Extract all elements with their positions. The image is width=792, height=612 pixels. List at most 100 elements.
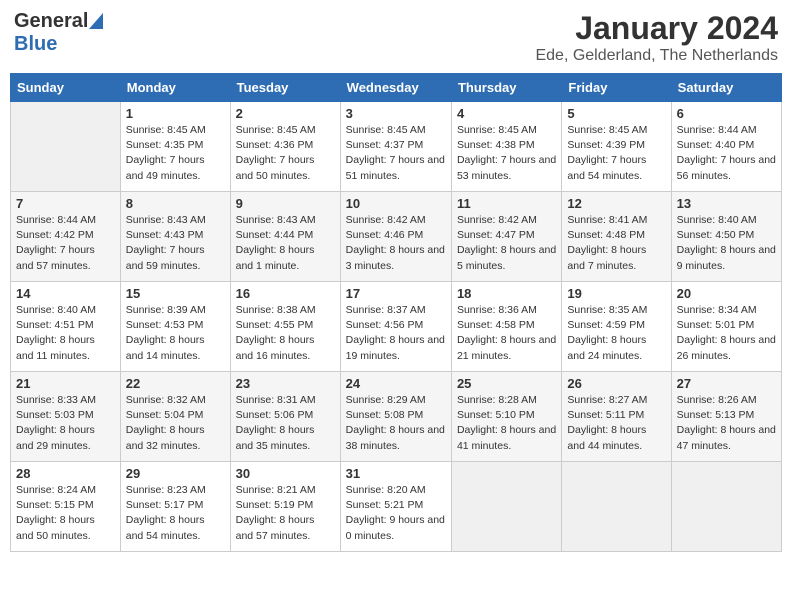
weekday-header-monday: Monday <box>120 74 230 102</box>
day-number: 24 <box>346 376 446 391</box>
day-number: 14 <box>16 286 115 301</box>
calendar-cell <box>451 462 561 552</box>
weekday-header-sunday: Sunday <box>11 74 121 102</box>
day-number: 11 <box>457 196 556 211</box>
day-info: Sunrise: 8:45 AMSunset: 4:36 PMDaylight:… <box>236 123 335 184</box>
calendar-cell: 22 Sunrise: 8:32 AMSunset: 5:04 PMDayligh… <box>120 372 230 462</box>
day-info: Sunrise: 8:32 AMSunset: 5:04 PMDaylight:… <box>126 393 225 454</box>
day-info: Sunrise: 8:45 AMSunset: 4:35 PMDaylight:… <box>126 123 225 184</box>
weekday-header-thursday: Thursday <box>451 74 561 102</box>
location-title: Ede, Gelderland, The Netherlands <box>535 47 778 65</box>
calendar-cell: 23 Sunrise: 8:31 AMSunset: 5:06 PMDayligh… <box>230 372 340 462</box>
weekday-header-row: SundayMondayTuesdayWednesdayThursdayFrid… <box>11 74 782 102</box>
day-number: 13 <box>677 196 776 211</box>
weekday-header-saturday: Saturday <box>671 74 781 102</box>
calendar-cell: 3 Sunrise: 8:45 AMSunset: 4:37 PMDaylight… <box>340 102 451 192</box>
calendar-cell: 14Sunrise: 8:40 AMSunset: 4:51 PMDayligh… <box>11 282 121 372</box>
week-row-1: 1 Sunrise: 8:45 AMSunset: 4:35 PMDaylight… <box>11 102 782 192</box>
day-info: Sunrise: 8:43 AMSunset: 4:44 PMDaylight:… <box>236 213 335 274</box>
logo-triangle-icon <box>89 13 103 29</box>
day-number: 2 <box>236 106 335 121</box>
calendar-cell: 16 Sunrise: 8:38 AMSunset: 4:55 PMDayligh… <box>230 282 340 372</box>
day-info: Sunrise: 8:35 AMSunset: 4:59 PMDaylight:… <box>567 303 665 364</box>
calendar-cell: 25 Sunrise: 8:28 AMSunset: 5:10 PMDayligh… <box>451 372 561 462</box>
weekday-header-tuesday: Tuesday <box>230 74 340 102</box>
day-info: Sunrise: 8:44 AMSunset: 4:42 PMDaylight:… <box>16 213 115 274</box>
title-area: January 2024 Ede, Gelderland, The Nether… <box>535 10 778 65</box>
day-number: 20 <box>677 286 776 301</box>
day-number: 12 <box>567 196 665 211</box>
weekday-header-friday: Friday <box>562 74 671 102</box>
day-number: 4 <box>457 106 556 121</box>
day-info: Sunrise: 8:38 AMSunset: 4:55 PMDaylight:… <box>236 303 335 364</box>
day-info: Sunrise: 8:44 AMSunset: 4:40 PMDaylight:… <box>677 123 776 184</box>
day-number: 27 <box>677 376 776 391</box>
day-number: 29 <box>126 466 225 481</box>
day-info: Sunrise: 8:39 AMSunset: 4:53 PMDaylight:… <box>126 303 225 364</box>
day-number: 25 <box>457 376 556 391</box>
day-number: 30 <box>236 466 335 481</box>
day-number: 18 <box>457 286 556 301</box>
calendar-cell: 10Sunrise: 8:42 AMSunset: 4:46 PMDayligh… <box>340 192 451 282</box>
week-row-2: 7 Sunrise: 8:44 AMSunset: 4:42 PMDaylight… <box>11 192 782 282</box>
calendar-cell: 31 Sunrise: 8:20 AMSunset: 5:21 PMDayligh… <box>340 462 451 552</box>
calendar-cell: 24Sunrise: 8:29 AMSunset: 5:08 PMDayligh… <box>340 372 451 462</box>
day-info: Sunrise: 8:40 AMSunset: 4:50 PMDaylight:… <box>677 213 776 274</box>
calendar-cell: 26 Sunrise: 8:27 AMSunset: 5:11 PMDayligh… <box>562 372 671 462</box>
day-number: 23 <box>236 376 335 391</box>
month-title: January 2024 <box>535 10 778 47</box>
calendar-cell: 2 Sunrise: 8:45 AMSunset: 4:36 PMDaylight… <box>230 102 340 192</box>
weekday-header-wednesday: Wednesday <box>340 74 451 102</box>
day-info: Sunrise: 8:23 AMSunset: 5:17 PMDaylight:… <box>126 483 225 544</box>
day-number: 15 <box>126 286 225 301</box>
week-row-5: 28Sunrise: 8:24 AMSunset: 5:15 PMDayligh… <box>11 462 782 552</box>
day-info: Sunrise: 8:36 AMSunset: 4:58 PMDaylight:… <box>457 303 556 364</box>
calendar-cell: 28Sunrise: 8:24 AMSunset: 5:15 PMDayligh… <box>11 462 121 552</box>
calendar-cell: 5 Sunrise: 8:45 AMSunset: 4:39 PMDaylight… <box>562 102 671 192</box>
day-number: 21 <box>16 376 115 391</box>
calendar-cell: 29 Sunrise: 8:23 AMSunset: 5:17 PMDayligh… <box>120 462 230 552</box>
day-info: Sunrise: 8:41 AMSunset: 4:48 PMDaylight:… <box>567 213 665 274</box>
calendar-cell: 8 Sunrise: 8:43 AMSunset: 4:43 PMDaylight… <box>120 192 230 282</box>
day-number: 8 <box>126 196 225 211</box>
calendar-cell: 15 Sunrise: 8:39 AMSunset: 4:53 PMDayligh… <box>120 282 230 372</box>
day-number: 5 <box>567 106 665 121</box>
calendar-cell: 1 Sunrise: 8:45 AMSunset: 4:35 PMDaylight… <box>120 102 230 192</box>
calendar-cell: 4 Sunrise: 8:45 AMSunset: 4:38 PMDaylight… <box>451 102 561 192</box>
day-info: Sunrise: 8:45 AMSunset: 4:39 PMDaylight:… <box>567 123 665 184</box>
calendar-cell: 21 Sunrise: 8:33 AMSunset: 5:03 PMDayligh… <box>11 372 121 462</box>
day-info: Sunrise: 8:20 AMSunset: 5:21 PMDaylight:… <box>346 483 446 544</box>
day-number: 31 <box>346 466 446 481</box>
day-number: 9 <box>236 196 335 211</box>
calendar-cell <box>671 462 781 552</box>
day-info: Sunrise: 8:42 AMSunset: 4:46 PMDaylight:… <box>346 213 446 274</box>
day-info: Sunrise: 8:34 AMSunset: 5:01 PMDaylight:… <box>677 303 776 364</box>
day-number: 17 <box>346 286 446 301</box>
day-info: Sunrise: 8:43 AMSunset: 4:43 PMDaylight:… <box>126 213 225 274</box>
day-number: 26 <box>567 376 665 391</box>
day-info: Sunrise: 8:45 AMSunset: 4:38 PMDaylight:… <box>457 123 556 184</box>
day-number: 22 <box>126 376 225 391</box>
logo-blue-text: Blue <box>14 33 57 56</box>
day-number: 7 <box>16 196 115 211</box>
day-info: Sunrise: 8:45 AMSunset: 4:37 PMDaylight:… <box>346 123 446 184</box>
day-number: 3 <box>346 106 446 121</box>
day-info: Sunrise: 8:33 AMSunset: 5:03 PMDaylight:… <box>16 393 115 454</box>
calendar-cell: 13 Sunrise: 8:40 AMSunset: 4:50 PMDayligh… <box>671 192 781 282</box>
week-row-4: 21 Sunrise: 8:33 AMSunset: 5:03 PMDayligh… <box>11 372 782 462</box>
calendar-cell <box>562 462 671 552</box>
day-info: Sunrise: 8:26 AMSunset: 5:13 PMDaylight:… <box>677 393 776 454</box>
day-info: Sunrise: 8:31 AMSunset: 5:06 PMDaylight:… <box>236 393 335 454</box>
day-info: Sunrise: 8:24 AMSunset: 5:15 PMDaylight:… <box>16 483 115 544</box>
calendar-cell: 18 Sunrise: 8:36 AMSunset: 4:58 PMDayligh… <box>451 282 561 372</box>
day-info: Sunrise: 8:21 AMSunset: 5:19 PMDaylight:… <box>236 483 335 544</box>
day-number: 19 <box>567 286 665 301</box>
day-info: Sunrise: 8:27 AMSunset: 5:11 PMDaylight:… <box>567 393 665 454</box>
calendar-table: SundayMondayTuesdayWednesdayThursdayFrid… <box>10 73 782 552</box>
day-info: Sunrise: 8:42 AMSunset: 4:47 PMDaylight:… <box>457 213 556 274</box>
calendar-cell: 9 Sunrise: 8:43 AMSunset: 4:44 PMDaylight… <box>230 192 340 282</box>
day-number: 16 <box>236 286 335 301</box>
day-number: 1 <box>126 106 225 121</box>
logo-general-text: General <box>14 10 88 33</box>
day-info: Sunrise: 8:28 AMSunset: 5:10 PMDaylight:… <box>457 393 556 454</box>
